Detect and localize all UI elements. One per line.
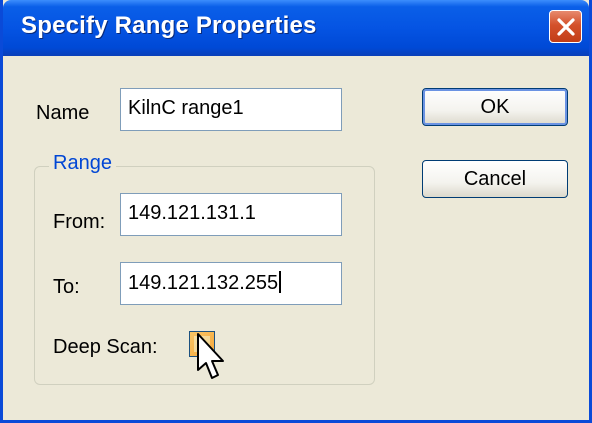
ok-button[interactable]: OK	[422, 88, 568, 126]
name-label: Name	[36, 102, 90, 124]
to-input[interactable]: 149.121.132.255	[120, 262, 342, 305]
to-input-value: 149.121.132.255	[128, 272, 279, 294]
from-input-value: 149.121.131.1	[128, 202, 256, 224]
close-icon	[557, 18, 575, 36]
text-caret	[279, 271, 282, 293]
name-input-value: KilnC range1	[128, 97, 244, 119]
name-input[interactable]: KilnC range1	[120, 88, 342, 131]
range-group-label: Range	[49, 152, 116, 175]
deep-scan-label: Deep Scan:	[53, 336, 158, 358]
from-label: From:	[53, 211, 106, 233]
close-button[interactable]	[549, 10, 582, 43]
from-input[interactable]: 149.121.131.1	[120, 193, 342, 236]
cancel-button[interactable]: Cancel	[422, 160, 568, 198]
dialog-title: Specify Range Properties	[21, 12, 317, 39]
to-label: To:	[53, 276, 80, 298]
title-bar[interactable]: Specify Range Properties	[3, 0, 589, 56]
mouse-pointer-icon	[197, 333, 224, 379]
